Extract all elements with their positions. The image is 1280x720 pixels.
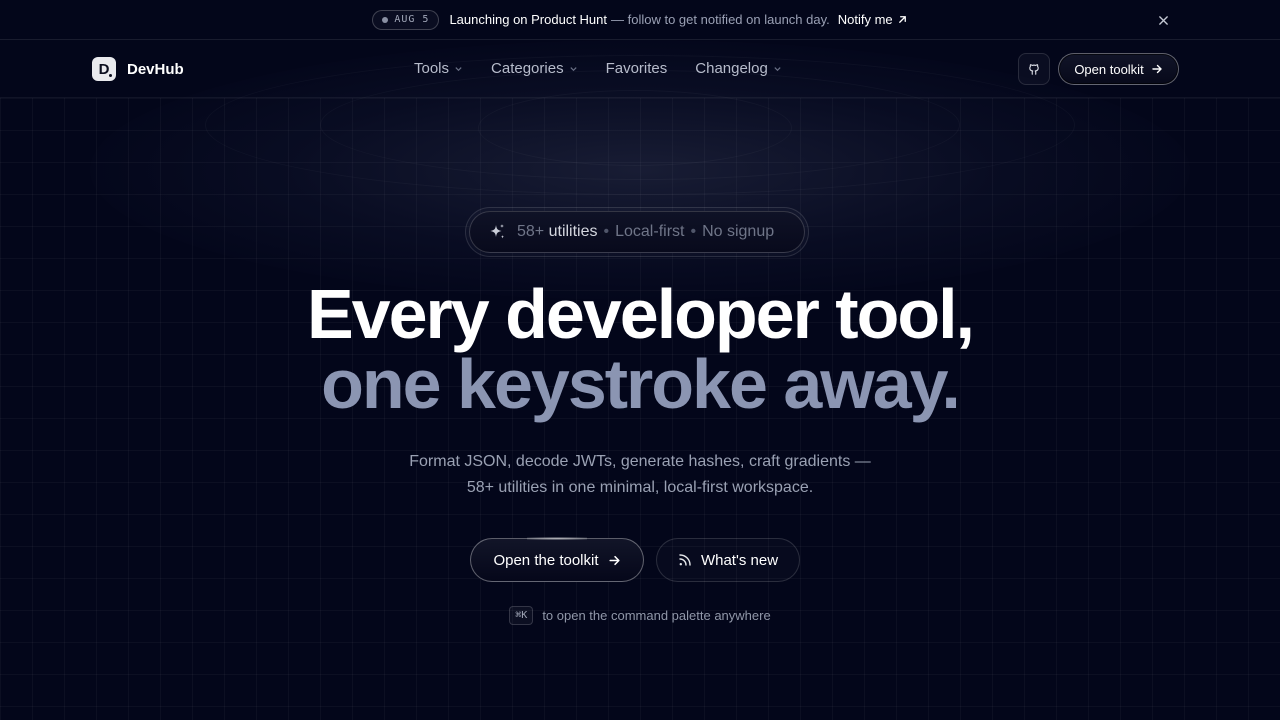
nav-item-label: Categories <box>491 60 564 77</box>
brand-logo-link[interactable]: D DevHub <box>92 57 184 81</box>
announcement-detail: — follow to get notified on launch day. <box>611 12 830 27</box>
whats-new-label: What's new <box>700 551 779 569</box>
nav-item-changelog[interactable]: Changelog <box>695 60 782 77</box>
close-announcement-button[interactable] <box>1154 11 1172 29</box>
rss-icon <box>679 554 691 566</box>
hero-subtitle-line-1: Format JSON, decode JWTs, generate hashe… <box>409 453 871 470</box>
shortcut-key: ⌘K <box>509 606 534 625</box>
sparkle-icon <box>487 222 507 242</box>
whats-new-button[interactable]: What's new <box>656 538 800 582</box>
announcement-bar: AUG 5 Launching on Product Hunt — follow… <box>0 0 1280 40</box>
badge-no-signup: No signup <box>702 223 775 240</box>
nav-item-favorites[interactable]: Favorites <box>606 60 668 77</box>
logo-mark: D <box>98 60 110 78</box>
close-icon <box>1158 15 1168 25</box>
chevron-down-icon <box>569 67 577 72</box>
nav-item-label: Tools <box>414 60 450 77</box>
arrow-up-right-icon <box>898 16 906 23</box>
announcement-headline: Launching on Product Hunt <box>449 12 608 27</box>
badge-separator: • <box>603 223 610 240</box>
features-badge: 58+ utilities • Local-first • No signup <box>469 211 805 253</box>
hero-title-line-1: Every developer tool, <box>306 275 975 353</box>
open-toolkit-label: Open toolkit <box>1074 61 1144 77</box>
nav-item-tools[interactable]: Tools <box>414 60 463 77</box>
notify-me-link[interactable]: Notify me <box>838 12 908 27</box>
hero-subtitle-line-2: 58+ utilities in one minimal, local-firs… <box>466 479 814 496</box>
brand-name: DevHub <box>127 60 184 78</box>
launch-date-badge: AUG 5 <box>372 9 440 30</box>
nav-item-categories[interactable]: Categories <box>491 60 578 77</box>
top-navigation: D DevHub Tools Categories Favorites Chan… <box>0 41 1280 98</box>
open-the-toolkit-button[interactable]: Open the toolkit <box>470 537 644 582</box>
open-toolkit-button[interactable]: Open toolkit <box>1058 53 1179 85</box>
notify-me-label: Notify me <box>837 12 893 27</box>
badge-separator: • <box>690 223 697 240</box>
launch-date: AUG 5 <box>394 14 430 25</box>
nav-item-label: Favorites <box>605 60 668 77</box>
badge-count: 58+ <box>517 223 545 240</box>
open-the-toolkit-label: Open the toolkit <box>493 551 599 569</box>
command-palette-hint: ⌘K to open the command palette anywhere <box>0 606 1280 625</box>
chevron-down-icon <box>774 67 781 72</box>
arrow-right-icon <box>1151 64 1162 74</box>
shortcut-hint-text: to open the command palette anywhere <box>542 608 771 623</box>
hero-section: 58+ utilities • Local-first • No signup … <box>0 0 1280 720</box>
badge-count-label: utilities <box>548 223 598 240</box>
github-icon <box>1029 64 1039 75</box>
github-button[interactable] <box>1018 53 1050 85</box>
devhub-logo-icon: D <box>92 57 116 81</box>
main-menu: Tools Categories Favorites Changelog <box>414 60 782 77</box>
arrow-right-icon <box>608 555 620 565</box>
nav-item-label: Changelog <box>695 60 768 77</box>
hero-title-line-2: one keystroke away. <box>321 345 961 423</box>
hero-subtitle: Format JSON, decode JWTs, generate hashe… <box>0 449 1280 501</box>
status-dot <box>382 16 389 23</box>
badge-local-first: Local-first <box>615 223 685 240</box>
chevron-down-icon <box>455 67 462 72</box>
